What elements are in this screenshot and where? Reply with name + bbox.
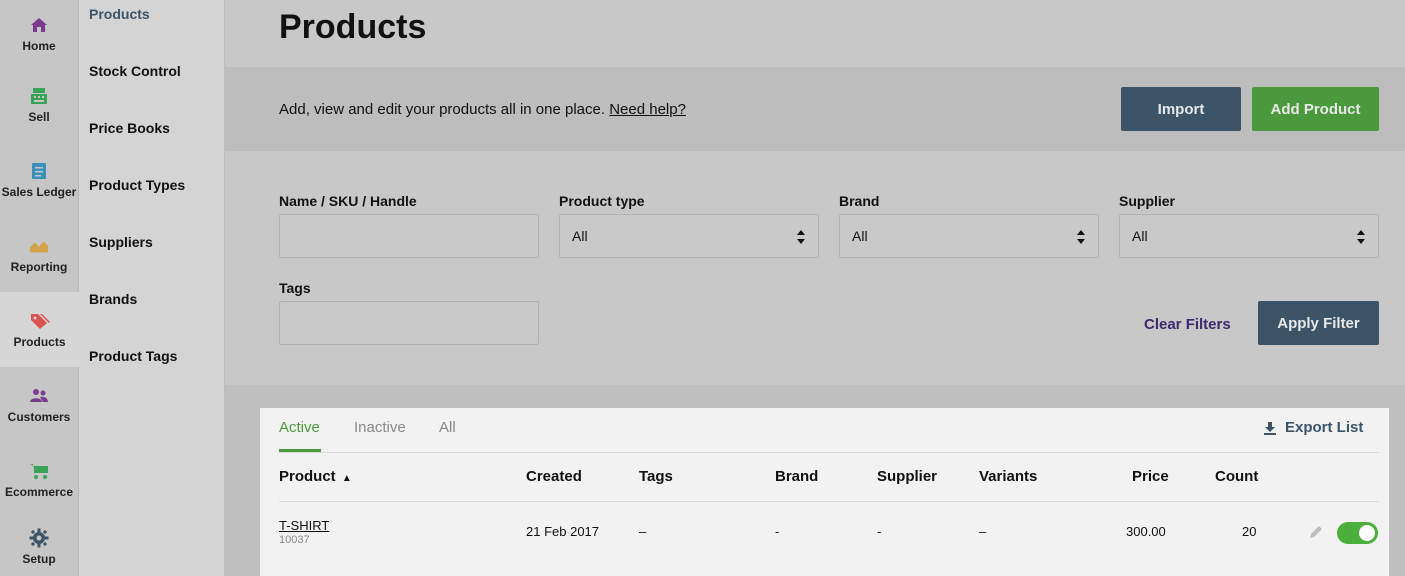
variants-cell: –: [979, 524, 987, 539]
import-button[interactable]: Import: [1121, 87, 1241, 131]
submenu-item-products[interactable]: Products: [89, 6, 150, 22]
toggle-knob: [1359, 525, 1375, 541]
nav-item-label: Reporting: [10, 259, 68, 274]
supplier-cell: -: [877, 524, 882, 539]
select-arrows-icon: [1357, 230, 1365, 244]
price-cell: 300.00: [1126, 524, 1166, 539]
clear-filters-link[interactable]: Clear Filters: [1144, 316, 1231, 333]
column-header-created[interactable]: Created: [526, 468, 582, 485]
intro-description: Add, view and edit your products all in …: [279, 101, 606, 118]
nav-item-home[interactable]: Home: [0, 0, 79, 67]
brand-value: All: [852, 228, 868, 244]
supplier-label: Supplier: [1119, 193, 1176, 209]
tag-icon: [30, 311, 50, 331]
home-icon: [29, 15, 49, 35]
nav-item-ecommerce[interactable]: Ecommerce: [0, 442, 79, 517]
register-icon: [29, 86, 49, 106]
tab-inactive[interactable]: Inactive: [354, 419, 406, 436]
nav-item-reporting[interactable]: Reporting: [0, 217, 79, 292]
supplier-select[interactable]: All: [1119, 214, 1379, 258]
nav-rail: Home Sell Sales Ledger Reporting Product…: [0, 0, 79, 576]
products-submenu: Products Stock Control Price Books Produ…: [79, 0, 225, 576]
sort-ascending-icon: ▲: [341, 473, 352, 484]
nav-item-label: Customers: [7, 409, 71, 424]
nav-item-customers[interactable]: Customers: [0, 367, 79, 442]
nav-item-label: Products: [13, 334, 66, 349]
tags-cell: –: [639, 524, 647, 539]
nav-item-label: Setup: [22, 551, 56, 566]
chart-icon: [29, 236, 49, 256]
intro-text: Add, view and edit your products all in …: [279, 101, 686, 118]
product-name-link[interactable]: T-SHIRT: [279, 518, 329, 533]
product-sku: 10037: [279, 534, 310, 546]
product-list-card: Active Inactive All Export List Product …: [260, 408, 1389, 576]
column-header-variants[interactable]: Variants: [979, 468, 1037, 485]
ledger-icon: [29, 161, 49, 181]
column-header-product[interactable]: Product ▲: [279, 468, 352, 485]
submenu-item-brands[interactable]: Brands: [89, 291, 137, 307]
tabs-divider: [279, 452, 1379, 453]
nav-item-products[interactable]: Products: [0, 292, 79, 367]
count-cell: 20: [1242, 524, 1257, 539]
column-header-count[interactable]: Count: [1215, 468, 1258, 485]
brand-select[interactable]: All: [839, 214, 1099, 258]
column-header-brand[interactable]: Brand: [775, 468, 818, 485]
help-link[interactable]: Need help?: [609, 101, 686, 118]
submenu-item-suppliers[interactable]: Suppliers: [89, 234, 153, 250]
gear-icon: [29, 528, 49, 548]
product-type-select[interactable]: All: [559, 214, 819, 258]
export-list-button[interactable]: Export List: [1263, 419, 1363, 436]
filter-panel: Name / SKU / Handle Product type All Bra…: [225, 151, 1405, 385]
tags-label: Tags: [279, 280, 311, 296]
product-type-label: Product type: [559, 193, 645, 209]
supplier-value: All: [1132, 228, 1148, 244]
cart-icon: [29, 461, 49, 481]
download-icon: [1264, 421, 1276, 435]
nav-item-label: Sell: [28, 109, 50, 124]
list-area: Active Inactive All Export List Product …: [225, 385, 1405, 576]
nav-item-sell[interactable]: Sell: [0, 67, 79, 142]
name-filter-label: Name / SKU / Handle: [279, 193, 417, 209]
submenu-item-product-tags[interactable]: Product Tags: [89, 348, 177, 364]
people-icon: [29, 386, 49, 406]
select-arrows-icon: [797, 230, 805, 244]
header-divider: [279, 501, 1379, 502]
active-tab-indicator: [279, 449, 321, 452]
brand-cell: -: [775, 524, 780, 539]
column-header-tags[interactable]: Tags: [639, 468, 673, 485]
nav-item-label: Sales Ledger: [1, 184, 77, 199]
submenu-item-stock-control[interactable]: Stock Control: [89, 63, 181, 79]
submenu-item-price-books[interactable]: Price Books: [89, 120, 170, 136]
nav-item-label: Home: [22, 38, 56, 53]
select-arrows-icon: [1077, 230, 1085, 244]
add-product-button[interactable]: Add Product: [1252, 87, 1379, 131]
name-sku-handle-input[interactable]: [279, 214, 539, 258]
tags-input[interactable]: [279, 301, 539, 345]
created-cell: 21 Feb 2017: [526, 524, 600, 539]
apply-filter-button[interactable]: Apply Filter: [1258, 301, 1379, 345]
column-header-price[interactable]: Price: [1132, 468, 1169, 485]
nav-item-setup[interactable]: Setup: [0, 517, 79, 576]
brand-label: Brand: [839, 193, 880, 209]
page-title: Products: [279, 8, 427, 46]
edit-pencil-icon[interactable]: [1308, 524, 1324, 540]
column-header-label: Product: [279, 468, 336, 485]
nav-item-label: Ecommerce: [4, 484, 74, 499]
submenu-item-product-types[interactable]: Product Types: [89, 177, 185, 193]
column-header-supplier[interactable]: Supplier: [877, 468, 937, 485]
tab-all[interactable]: All: [439, 419, 456, 436]
export-list-label: Export List: [1285, 419, 1364, 436]
intro-band: Add, view and edit your products all in …: [225, 67, 1405, 151]
product-type-value: All: [572, 228, 588, 244]
tab-active[interactable]: Active: [279, 419, 320, 436]
active-toggle[interactable]: [1337, 522, 1378, 544]
nav-item-sales-ledger[interactable]: Sales Ledger: [0, 142, 79, 217]
main-content: Products Add, view and edit your product…: [225, 0, 1405, 576]
